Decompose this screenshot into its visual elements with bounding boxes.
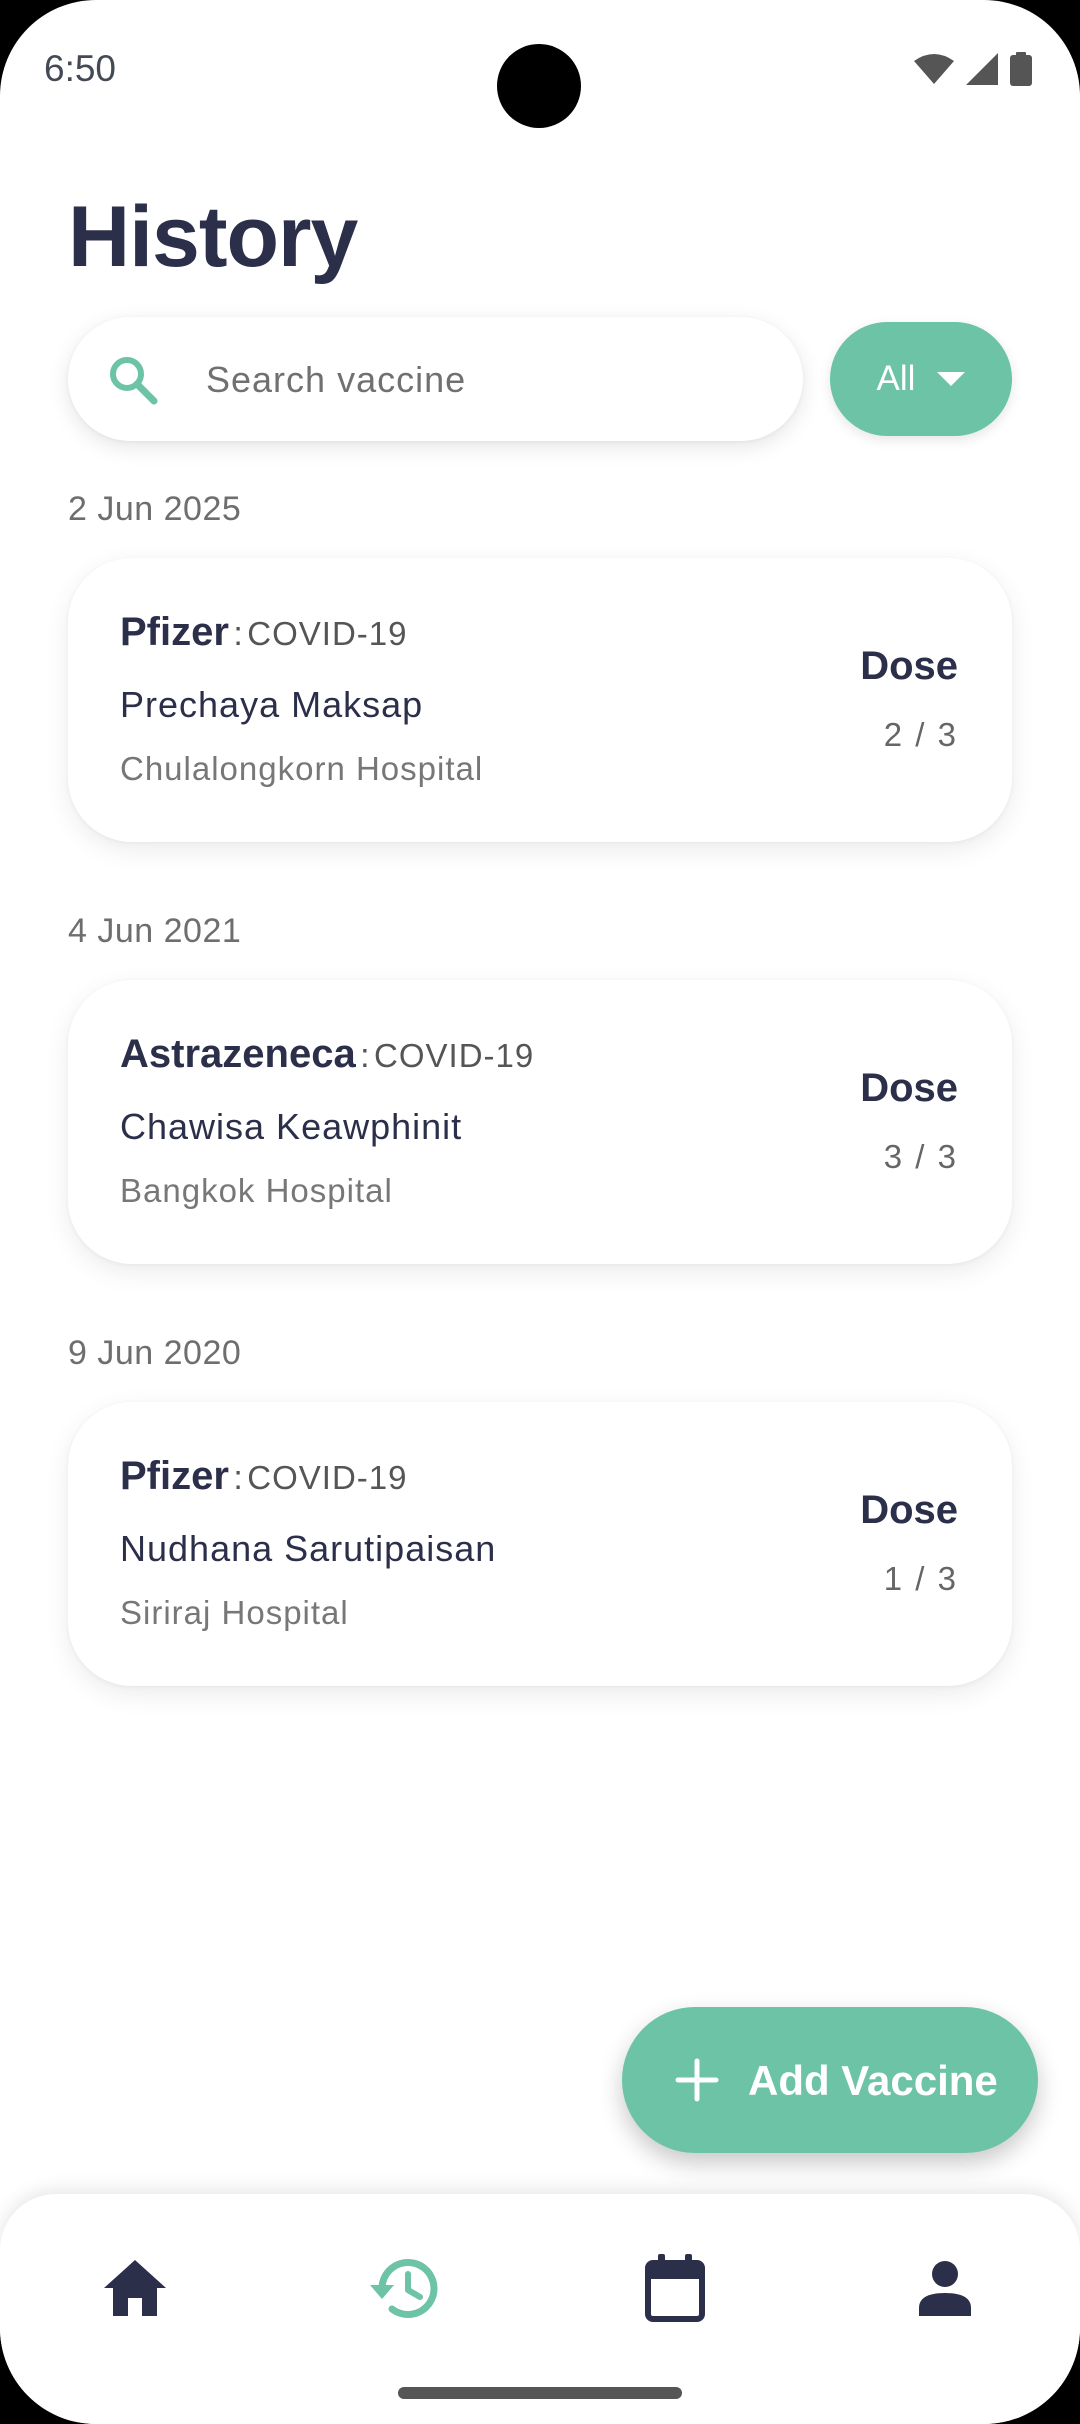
chevron-down-icon (937, 372, 966, 386)
nav-history[interactable] (345, 2230, 465, 2350)
vaccine-brand: Astrazeneca (120, 1032, 356, 1076)
vaccine-record-card[interactable]: Astrazeneca : COVID-19 Chawisa Keawphini… (68, 980, 1012, 1264)
vaccine-brand: Pfizer (120, 1454, 229, 1498)
status-icons (914, 52, 1032, 91)
vaccine-record-card[interactable]: Pfizer : COVID-19 Prechaya Maksap Chulal… (68, 558, 1012, 842)
hospital-name: Siriraj Hospital (120, 1594, 349, 1631)
recipient-name: Nudhana Sarutipaisan (120, 1528, 497, 1569)
dose-label: Dose (860, 1066, 958, 1110)
nav-profile[interactable] (885, 2230, 1005, 2350)
vaccine-title: Pfizer : COVID-19 (120, 610, 408, 655)
record-date: 9 Jun 2020 (68, 1334, 242, 1372)
title-separator: : (233, 1459, 243, 1497)
vaccine-brand: Pfizer (120, 610, 229, 654)
status-bar: 6:50 (0, 0, 1080, 140)
home-icon (102, 2258, 168, 2323)
vaccine-title: Astrazeneca : COVID-19 (120, 1032, 534, 1077)
add-vaccine-button[interactable]: Add Vaccine (622, 2007, 1038, 2153)
dose-value: 1 / 3 (883, 1560, 958, 1597)
status-time: 6:50 (44, 48, 117, 89)
app-screen: 6:50 History All 2 Jun 2025 (0, 0, 1080, 2424)
battery-icon (1010, 52, 1032, 91)
record-date: 2 Jun 2025 (68, 490, 242, 528)
person-icon (917, 2260, 973, 2321)
title-separator: : (233, 615, 243, 653)
nav-home[interactable] (75, 2230, 195, 2350)
record-date: 4 Jun 2021 (68, 912, 242, 950)
home-indicator[interactable] (398, 2387, 682, 2399)
signal-icon (966, 53, 998, 90)
dose-label: Dose (860, 1488, 958, 1532)
recipient-name: Chawisa Keawphinit (120, 1106, 463, 1147)
vaccine-type: COVID-19 (374, 1037, 535, 1074)
vaccine-type: COVID-19 (247, 615, 408, 652)
wifi-icon (914, 53, 954, 90)
page-title: History (68, 189, 358, 285)
title-separator: : (360, 1037, 370, 1075)
nav-calendar[interactable] (615, 2230, 735, 2350)
search-icon (106, 353, 160, 407)
vaccine-title: Pfizer : COVID-19 (120, 1454, 408, 1499)
hospital-name: Bangkok Hospital (120, 1172, 393, 1209)
vaccine-type: COVID-19 (247, 1459, 408, 1496)
hospital-name: Chulalongkorn Hospital (120, 750, 484, 787)
camera-cutout (497, 44, 581, 128)
search-bar[interactable] (68, 317, 803, 441)
vaccine-record-card[interactable]: Pfizer : COVID-19 Nudhana Sarutipaisan S… (68, 1402, 1012, 1686)
plus-icon (674, 2057, 720, 2103)
dose-value: 2 / 3 (883, 716, 958, 753)
dose-value: 3 / 3 (883, 1138, 958, 1175)
filter-label: All (876, 359, 916, 398)
dose-label: Dose (860, 644, 958, 688)
calendar-icon (645, 2253, 705, 2327)
add-vaccine-label: Add Vaccine (748, 2057, 998, 2104)
search-input[interactable] (204, 347, 768, 413)
history-icon (370, 2257, 440, 2324)
filter-dropdown[interactable]: All (830, 322, 1012, 436)
recipient-name: Prechaya Maksap (120, 684, 424, 725)
